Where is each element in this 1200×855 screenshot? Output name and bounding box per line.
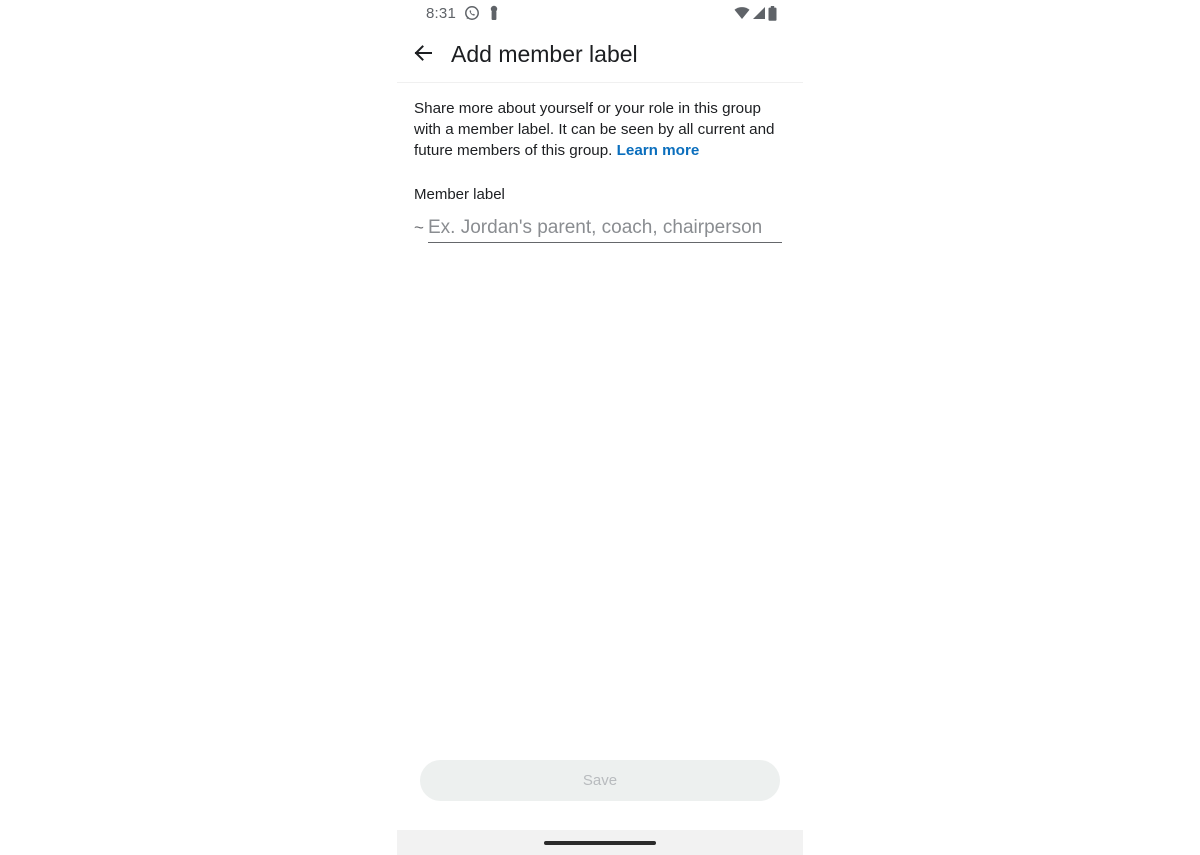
phone-screen: 8:31 Add member label Share more about y… [397, 0, 803, 855]
member-label-caption: Member label [414, 186, 505, 203]
app-bar: Add member label [397, 28, 803, 83]
learn-more-link[interactable]: Learn more [617, 142, 700, 159]
status-bar: 8:31 [397, 0, 803, 28]
cellular-signal-icon [753, 7, 765, 19]
input-prefix: ~ [414, 218, 424, 237]
back-button[interactable] [409, 37, 437, 69]
arrow-back-icon [414, 45, 432, 61]
whatsapp-icon [464, 5, 480, 21]
save-button[interactable]: Save [420, 760, 780, 801]
status-icons [734, 5, 777, 21]
navigation-bar [397, 830, 803, 855]
home-indicator[interactable] [544, 841, 656, 845]
description-text: Share more about yourself or your role i… [414, 98, 786, 161]
description-body: Share more about yourself or your role i… [414, 100, 775, 159]
wifi-icon [734, 7, 750, 19]
screen: 8:31 Add member label Share more about y… [0, 0, 1200, 855]
page-title: Add member label [451, 41, 638, 67]
status-time: 8:31 [426, 5, 456, 22]
member-label-input[interactable] [428, 214, 782, 243]
key-icon [488, 5, 500, 21]
battery-icon [768, 5, 777, 21]
